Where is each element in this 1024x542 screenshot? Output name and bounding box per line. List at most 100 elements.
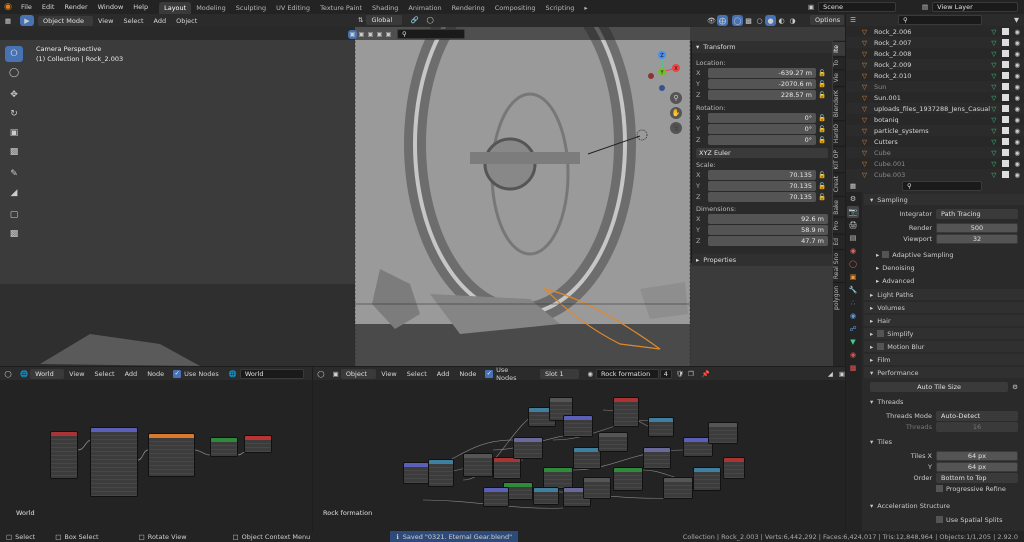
- material-shading-icon[interactable]: ◐: [776, 15, 787, 26]
- include-checkbox-icon[interactable]: [1002, 116, 1010, 123]
- render-samples-field[interactable]: 500: [936, 222, 1018, 233]
- tab-modeling[interactable]: Modeling: [191, 2, 231, 14]
- scale-y-field[interactable]: 70.135: [708, 180, 816, 191]
- lock-icon[interactable]: 🔓: [816, 193, 828, 201]
- progressive-refine-row[interactable]: Progressive Refine: [864, 483, 1024, 494]
- snap-mode-icon[interactable]: ▣: [839, 370, 845, 378]
- tab-real-snow[interactable]: Real Sno: [833, 248, 845, 282]
- outliner-row[interactable]: ▽ Rock_2.006 ▽ ◉: [846, 26, 1024, 37]
- include-checkbox-icon[interactable]: [1002, 127, 1010, 134]
- properties-editor-icon[interactable]: ▦: [846, 182, 860, 190]
- shader-node[interactable]: [493, 457, 521, 479]
- viewport-search-input[interactable]: ⚲: [397, 29, 465, 39]
- duplicate-icon[interactable]: ❐: [688, 370, 694, 378]
- auto-tile-size-button[interactable]: Auto Tile Size: [870, 381, 1009, 392]
- snap-icon[interactable]: 🔗: [410, 16, 418, 24]
- annotate-tool-icon[interactable]: ✎: [5, 166, 23, 182]
- tab-edit[interactable]: Ed: [833, 233, 845, 249]
- rotation-mode-dropdown[interactable]: XYZ Euler: [696, 147, 828, 158]
- transform-header[interactable]: ▾ Transform: [692, 41, 832, 53]
- tab-texture-paint[interactable]: Texture Paint: [315, 2, 367, 14]
- visibility-eye-icon[interactable]: ◉: [1014, 83, 1020, 91]
- include-checkbox-icon[interactable]: [1002, 61, 1010, 68]
- rotation-y-field[interactable]: 0°: [708, 123, 816, 134]
- shader-node[interactable]: [613, 467, 643, 491]
- visibility-eye-icon[interactable]: ◉: [1014, 116, 1020, 124]
- intersect-selection-icon[interactable]: ▣: [384, 30, 393, 39]
- shader-node[interactable]: [463, 453, 493, 477]
- modifier-tab-icon[interactable]: 🔧: [847, 284, 859, 296]
- tab-item[interactable]: Ite: [833, 41, 845, 56]
- settings-gear-icon[interactable]: ⚙: [1012, 383, 1018, 391]
- shader-node[interactable]: [513, 437, 543, 459]
- checkbox-icon[interactable]: [882, 251, 890, 258]
- zoom-icon[interactable]: ⚲: [670, 92, 682, 104]
- visibility-eye-icon[interactable]: ◉: [1014, 72, 1020, 80]
- rotation-z-row[interactable]: Z 0° 🔓: [696, 134, 828, 145]
- texture-coordinate-node[interactable]: [50, 431, 78, 479]
- filter-icon[interactable]: ▼: [1014, 16, 1019, 24]
- extra-tool-icon[interactable]: ▩: [5, 226, 23, 242]
- material-node-editor[interactable]: ◯ ▣ Object View Select Add Node ✓ Use No…: [313, 367, 845, 531]
- blender-logo-icon[interactable]: ◉: [0, 2, 16, 12]
- tab-pro[interactable]: Pro: [833, 217, 845, 234]
- render-tab-icon[interactable]: 📷: [847, 206, 859, 218]
- outliner-row[interactable]: ▽ Sun.001 ▽ ◉: [846, 92, 1024, 103]
- spatial-splits-row[interactable]: Use Spatial Splits: [864, 514, 1024, 525]
- film-header[interactable]: ▸ Film: [864, 354, 1024, 365]
- shader-node[interactable]: [613, 397, 639, 427]
- add-cube-tool-icon[interactable]: ▢: [5, 207, 23, 223]
- texture-tab-icon[interactable]: ▩: [847, 362, 859, 374]
- include-checkbox-icon[interactable]: [1002, 72, 1010, 79]
- location-z-row[interactable]: Z 228.57 m 🔓: [696, 89, 828, 100]
- visibility-eye-icon[interactable]: ◉: [1014, 138, 1020, 146]
- physics-tab-icon[interactable]: ◉: [847, 310, 859, 322]
- scale-z-row[interactable]: Z 70.135 🔓: [696, 191, 828, 202]
- world-menu-node[interactable]: Node: [142, 367, 169, 381]
- outliner-row[interactable]: ▽ Rock_2.010 ▽ ◉: [846, 70, 1024, 81]
- view-layer-tab-icon[interactable]: ▤: [847, 232, 859, 244]
- lock-icon[interactable]: 🔓: [816, 182, 828, 190]
- rotation-x-row[interactable]: X 0° 🔓: [696, 112, 828, 123]
- transform-orientation[interactable]: ⇅ Global 🔗 ◯: [358, 15, 434, 25]
- tab-bake[interactable]: Bake: [833, 195, 845, 218]
- scale-z-field[interactable]: 70.135: [708, 191, 816, 202]
- tiles-x-field[interactable]: 64 px: [936, 450, 1018, 461]
- node-editor-icon[interactable]: ◯: [313, 370, 329, 378]
- lock-icon[interactable]: 🔓: [816, 125, 828, 133]
- tab-sculpting[interactable]: Sculpting: [231, 2, 271, 14]
- shader-node[interactable]: [708, 422, 738, 444]
- data-tab-icon[interactable]: ▼: [847, 336, 859, 348]
- visibility-icon[interactable]: 👁: [706, 15, 717, 26]
- tiles-subpanel-header[interactable]: ▾ Tiles: [864, 436, 1024, 447]
- threads-mode-dropdown[interactable]: Auto-Detect: [936, 410, 1018, 421]
- select-mode-icon[interactable]: ▶: [20, 15, 34, 26]
- location-x-row[interactable]: X -639.27 m 🔓: [696, 67, 828, 78]
- visibility-eye-icon[interactable]: ◉: [1014, 50, 1020, 58]
- menu-help[interactable]: Help: [128, 0, 153, 14]
- gizmo-icon[interactable]: ⨁: [717, 15, 728, 26]
- proportional-icon[interactable]: ◯: [427, 16, 434, 24]
- subtract-selection-icon[interactable]: ▣: [366, 30, 375, 39]
- visibility-eye-icon[interactable]: ◉: [1014, 61, 1020, 69]
- dimensions-x-field[interactable]: 92.6 m: [708, 213, 828, 224]
- integrator-dropdown[interactable]: Path Tracing: [936, 208, 1018, 219]
- shader-node[interactable]: [693, 467, 721, 491]
- outliner-editor-icon[interactable]: ☰: [846, 16, 860, 24]
- outliner-row[interactable]: ▽ botaniq ▽ ◉: [846, 114, 1024, 125]
- shader-node[interactable]: [543, 467, 573, 489]
- material-type-dropdown[interactable]: Object: [340, 368, 377, 379]
- motion-blur-header[interactable]: ▸ Motion Blur: [864, 341, 1024, 352]
- background-node[interactable]: [210, 437, 238, 457]
- use-nodes-checkbox[interactable]: ✓: [173, 369, 182, 378]
- mat-menu-select[interactable]: Select: [402, 367, 432, 381]
- checkbox-icon[interactable]: [877, 330, 885, 337]
- mapping-node[interactable]: [90, 427, 138, 497]
- invert-selection-icon[interactable]: ▣: [375, 30, 384, 39]
- tab-tool[interactable]: To: [833, 55, 845, 70]
- select-box-tool-icon[interactable]: ⭘: [5, 46, 23, 62]
- object-tab-icon[interactable]: ▣: [847, 271, 859, 283]
- outliner-row[interactable]: ▽ Rock_2.008 ▽ ◉: [846, 48, 1024, 59]
- adaptive-sampling-row[interactable]: ▸ Adaptive Sampling: [864, 249, 1024, 260]
- menu-file[interactable]: File: [16, 0, 37, 14]
